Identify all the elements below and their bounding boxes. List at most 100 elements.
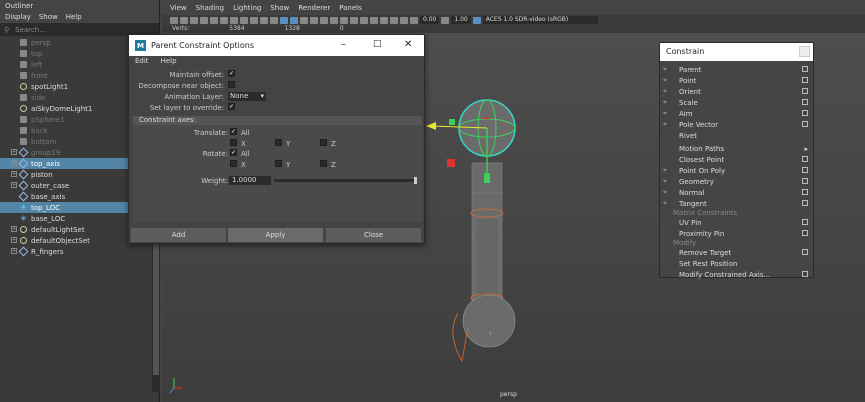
translate-y-checkbox[interactable] [275, 139, 282, 146]
lights-icon[interactable] [320, 16, 328, 24]
constrain-item-pole-vector[interactable]: ⌖ Pole Vector [660, 119, 813, 130]
field-chart-icon[interactable] [250, 16, 258, 24]
constrain-item-geometry[interactable]: ⌖ Geometry [660, 176, 813, 187]
image-plane-icon[interactable] [200, 16, 208, 24]
motion-blur-icon[interactable] [350, 16, 358, 24]
option-box-icon[interactable] [802, 99, 808, 105]
textured-icon[interactable] [310, 16, 318, 24]
close-icon[interactable]: ✕ [404, 39, 412, 50]
constrain-item-point-on-poly[interactable]: ⌖ Point On Poly [660, 165, 813, 176]
menu-edit[interactable]: Edit [135, 57, 149, 67]
option-box-icon[interactable] [802, 178, 808, 184]
option-box-icon[interactable] [802, 200, 808, 206]
menu-help[interactable]: Help [66, 13, 82, 22]
expand-icon[interactable]: + [11, 182, 17, 188]
colorspace-dropdown[interactable]: ACES 1.0 SDR-video (sRGB) [482, 16, 598, 24]
translate-x-arrow[interactable] [426, 122, 436, 130]
select-camera-icon[interactable] [170, 16, 178, 24]
constrain-title[interactable]: Constrain [660, 43, 813, 61]
rotate-x-checkbox[interactable] [230, 160, 237, 167]
ao-icon[interactable] [340, 16, 348, 24]
decompose-checkbox[interactable] [228, 81, 235, 88]
option-box-icon[interactable] [802, 249, 808, 255]
wireframe-icon[interactable] [280, 16, 288, 24]
set-layer-checkbox[interactable]: ✓ [228, 103, 235, 110]
grid-icon[interactable] [210, 16, 218, 24]
dof-icon[interactable] [370, 16, 378, 24]
constrain-item-set-rest-position[interactable]: Set Rest Position [660, 258, 813, 269]
option-box-icon[interactable] [802, 167, 808, 173]
safe-title-icon[interactable] [270, 16, 278, 24]
option-box-icon[interactable] [802, 189, 808, 195]
option-box-icon[interactable] [802, 88, 808, 94]
base-sphere[interactable] [462, 294, 516, 348]
expand-icon[interactable]: + [11, 160, 17, 166]
color-management-icon[interactable] [472, 16, 481, 24]
constrain-item-motion-paths[interactable]: Motion Paths ▸ [660, 143, 813, 154]
option-box-icon[interactable] [802, 271, 808, 277]
xray-icon[interactable] [390, 16, 398, 24]
rotate-y-checkbox[interactable] [275, 160, 282, 167]
constrain-item-point[interactable]: ⌖ Point [660, 75, 813, 86]
menu-renderer[interactable]: Renderer [298, 4, 330, 15]
exposure-field[interactable]: 0.00 [420, 16, 440, 24]
expand-icon[interactable]: + [11, 149, 17, 155]
constrain-item-tangent[interactable]: ⌖ Tangent [660, 198, 813, 209]
close-button[interactable]: Close [326, 228, 421, 242]
rotate-all-checkbox[interactable]: ✓ [230, 149, 237, 156]
menu-display[interactable]: Display [5, 13, 31, 22]
menu-show[interactable]: Show [39, 13, 58, 22]
plane-handle[interactable] [449, 119, 455, 125]
exposure-icon[interactable] [410, 16, 418, 24]
safe-action-icon[interactable] [260, 16, 268, 24]
resolution-gate-icon[interactable] [230, 16, 238, 24]
maximize-icon[interactable]: □ [373, 39, 382, 49]
outliner-item-r-fingers[interactable]: + R_fingers [0, 246, 152, 257]
gate-mask-icon[interactable] [240, 16, 248, 24]
option-box-icon[interactable] [802, 230, 808, 236]
constrain-item-parent[interactable]: ⌖ Parent [660, 64, 813, 75]
slider-handle[interactable] [414, 177, 417, 184]
constrain-item-aim[interactable]: ⌖ Aim [660, 108, 813, 119]
constraint-axes-section[interactable]: Constraint axes: [133, 116, 422, 125]
menu-view[interactable]: View [170, 4, 187, 15]
animation-layer-dropdown[interactable]: None ▾ [228, 92, 266, 101]
gamma-icon[interactable] [441, 16, 450, 24]
minimize-icon[interactable]: – [341, 39, 346, 50]
option-box-icon[interactable] [802, 77, 808, 83]
isolate-icon[interactable] [380, 16, 388, 24]
constrain-item-orient[interactable]: ⌖ Orient [660, 86, 813, 97]
option-box-icon[interactable] [802, 110, 808, 116]
expand-icon[interactable]: + [11, 226, 17, 232]
constrain-item-closest-point[interactable]: Closest Point [660, 154, 813, 165]
translate-y-handle[interactable] [484, 173, 490, 183]
weight-field[interactable]: 1.0000 [229, 176, 271, 185]
option-box-icon[interactable] [802, 156, 808, 162]
menu-panels[interactable]: Panels [339, 4, 362, 15]
translate-x-checkbox[interactable] [230, 139, 237, 146]
aa-icon[interactable] [360, 16, 368, 24]
menu-shading[interactable]: Shading [196, 4, 224, 15]
expand-icon[interactable]: + [11, 237, 17, 243]
constrain-item-modify-constrained-axis[interactable]: Modify Constrained Axis... [660, 269, 813, 280]
tear-off-close-icon[interactable] [799, 46, 810, 57]
default-material-icon[interactable] [300, 16, 308, 24]
constrain-item-uv-pin[interactable]: UV Pin [660, 217, 813, 228]
constrain-item-rivet[interactable]: Rivet [660, 130, 813, 141]
maintain-offset-checkbox[interactable]: ✓ [228, 70, 235, 77]
camera-attr-icon[interactable] [180, 16, 188, 24]
weight-slider[interactable] [274, 177, 417, 184]
gamma-field[interactable]: 1.00 [451, 16, 471, 24]
xray-joints-icon[interactable] [400, 16, 408, 24]
constrain-item-remove-target[interactable]: Remove Target [660, 247, 813, 258]
smooth-shade-icon[interactable] [290, 16, 298, 24]
expand-icon[interactable]: + [11, 248, 17, 254]
menu-help[interactable]: Help [161, 57, 177, 67]
menu-lighting[interactable]: Lighting [233, 4, 261, 15]
constrain-item-normal[interactable]: ⌖ Normal [660, 187, 813, 198]
translate-z-checkbox[interactable] [320, 139, 327, 146]
shadows-icon[interactable] [330, 16, 338, 24]
constrain-item-scale[interactable]: ⌖ Scale [660, 97, 813, 108]
expand-icon[interactable]: + [11, 171, 17, 177]
apply-button[interactable]: Apply [228, 228, 323, 242]
